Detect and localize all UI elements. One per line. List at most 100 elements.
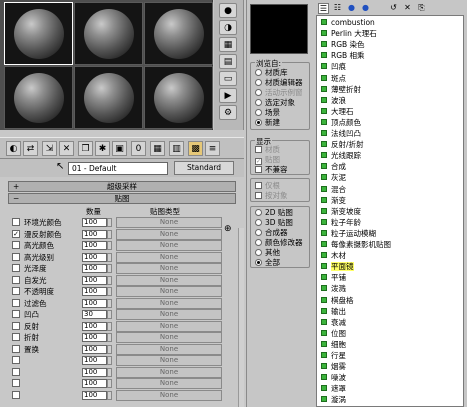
map-amount-spinner[interactable]: 30 — [82, 310, 107, 319]
browse-from-option[interactable]: 活动示例窗 — [255, 88, 303, 98]
map-enable-checkbox[interactable] — [12, 218, 20, 226]
spinner-arrows-icon[interactable] — [107, 356, 112, 365]
map-list-item[interactable]: 位图 — [321, 329, 346, 339]
map-list-item[interactable]: 平铺 — [321, 273, 346, 283]
map-slot-button[interactable]: None — [116, 309, 222, 320]
map-amount-spinner[interactable]: 100 — [82, 252, 107, 262]
map-list-item[interactable]: 光线跟踪 — [321, 151, 361, 161]
uv-tiling-button[interactable]: ▤ — [219, 54, 237, 69]
map-enable-checkbox[interactable] — [12, 367, 20, 376]
material-id-button[interactable]: 0 — [131, 141, 146, 156]
spinner-arrows-icon[interactable] — [107, 379, 112, 388]
browse-from-option[interactable]: 材质库 — [255, 68, 288, 78]
map-slot-button[interactable]: None — [116, 343, 222, 355]
map-slot-button[interactable]: None — [116, 366, 222, 378]
map-amount-spinner[interactable]: 100 — [82, 241, 107, 250]
map-slot-button[interactable]: None — [116, 355, 222, 366]
map-list-item[interactable]: combustion — [321, 18, 375, 28]
map-slot-button[interactable]: None — [116, 217, 222, 228]
map-list-item[interactable]: 输出 — [321, 307, 346, 317]
map-list-item[interactable]: Perlin 大理石 — [321, 29, 377, 39]
map-enable-checkbox[interactable] — [12, 379, 20, 387]
make-unique-button[interactable]: ✱ — [95, 141, 110, 156]
lock-icon[interactable]: ⊕ — [224, 224, 232, 234]
map-slot-button[interactable]: None — [116, 228, 222, 240]
root-option[interactable]: 按对象 — [255, 191, 288, 201]
spinner-arrows-icon[interactable] — [107, 344, 112, 354]
map-slot-button[interactable]: None — [116, 286, 222, 297]
root-option[interactable]: 仅根 — [255, 181, 280, 191]
map-amount-spinner[interactable]: 100 — [82, 379, 107, 388]
map-slot-button[interactable]: None — [116, 240, 222, 251]
map-amount-spinner[interactable]: 100 — [82, 264, 107, 273]
supersampling-rollout[interactable]: + 超级采样 — [8, 181, 236, 192]
map-slot-button[interactable]: None — [116, 320, 222, 332]
map-list-item[interactable]: 衰减 — [321, 318, 346, 328]
map-list-item[interactable]: 遮罩 — [321, 384, 346, 394]
maps-rollout[interactable]: − 贴图 — [8, 193, 236, 204]
sample-slot[interactable] — [74, 2, 143, 65]
map-slot-button[interactable]: None — [116, 251, 222, 263]
map-list-item[interactable]: 波浪 — [321, 96, 346, 106]
show-map-in-viewport-button[interactable]: ▦ — [150, 141, 165, 156]
list-icons-icon[interactable]: ☷ — [332, 3, 343, 14]
map-list-item[interactable]: 薄壁折射 — [321, 85, 361, 95]
map-list-item[interactable]: 粒子运动模糊 — [321, 229, 376, 239]
map-enable-checkbox[interactable] — [12, 333, 20, 341]
map-list-item[interactable]: 每像素摄影机贴图 — [321, 240, 391, 250]
material-type-button[interactable]: Standard — [174, 161, 234, 175]
map-amount-spinner[interactable]: 100 — [82, 344, 107, 354]
map-list-item[interactable]: 法线凹凸 — [321, 129, 361, 139]
map-amount-spinner[interactable]: 100 — [82, 333, 107, 342]
map-enable-checkbox[interactable] — [12, 344, 20, 353]
map-enable-checkbox[interactable] — [12, 252, 20, 261]
map-list-item[interactable]: RGB 相乘 — [321, 51, 365, 61]
pick-material-icon[interactable]: ↖ — [56, 161, 64, 172]
sample-slot[interactable] — [4, 2, 73, 65]
map-slot-button[interactable]: None — [116, 274, 222, 286]
spinner-arrows-icon[interactable] — [107, 287, 112, 296]
options-button[interactable]: ⚙ — [219, 105, 237, 120]
map-filter-option[interactable]: 颜色修改器 — [255, 238, 303, 248]
spinner-arrows-icon[interactable] — [107, 252, 112, 262]
clear-icon[interactable]: ⎘ — [416, 3, 427, 14]
copy-material-button[interactable]: ❐ — [78, 141, 93, 156]
map-list-item[interactable]: 斑点 — [321, 74, 346, 84]
map-list-item[interactable]: 粒子年龄 — [321, 218, 361, 228]
video-color-check-button[interactable]: ▭ — [219, 71, 237, 86]
maps-scrollbar[interactable] — [238, 228, 244, 407]
map-list-item[interactable]: 合成 — [321, 162, 346, 172]
reset-map-button[interactable]: ✕ — [59, 141, 74, 156]
map-amount-spinner[interactable]: 100 — [82, 275, 107, 285]
spinner-arrows-icon[interactable] — [107, 321, 112, 331]
sample-slot[interactable] — [4, 66, 73, 129]
browse-from-option[interactable]: 材质编辑器 — [255, 78, 303, 88]
background-button[interactable]: ▦ — [219, 37, 237, 52]
map-list-item[interactable]: 噪波 — [321, 373, 346, 383]
map-enable-checkbox[interactable] — [12, 264, 20, 272]
map-enable-checkbox[interactable] — [12, 321, 20, 330]
map-list-item[interactable]: 渐变坡度 — [321, 207, 361, 217]
map-list-item[interactable]: 泼溅 — [321, 284, 346, 294]
map-enable-checkbox[interactable] — [12, 356, 20, 364]
map-list-item[interactable]: RGB 染色 — [321, 40, 365, 50]
spinner-arrows-icon[interactable] — [107, 275, 112, 285]
map-filter-option[interactable]: 其他 — [255, 248, 280, 258]
spinner-arrows-icon[interactable] — [107, 241, 112, 250]
spinner-arrows-icon[interactable] — [107, 367, 112, 377]
large-icons-icon[interactable]: ● — [360, 3, 371, 14]
map-amount-spinner[interactable]: 100 — [82, 298, 107, 308]
put-to-library-button[interactable]: ▣ — [112, 141, 127, 156]
map-list-item[interactable]: 顶点颜色 — [321, 118, 361, 128]
map-filter-option[interactable]: 3D 贴图 — [255, 218, 293, 228]
spinner-arrows-icon[interactable] — [107, 264, 112, 273]
map-slot-button[interactable]: None — [116, 263, 222, 274]
map-enable-checkbox[interactable] — [12, 275, 20, 284]
map-enable-checkbox[interactable] — [12, 241, 20, 249]
map-slot-button[interactable]: None — [116, 297, 222, 309]
spinner-arrows-icon[interactable] — [107, 310, 112, 319]
map-list-item[interactable]: 行星 — [321, 351, 346, 361]
update-scene-icon[interactable]: ↺ — [388, 3, 399, 14]
map-list-item[interactable]: 棋盘格 — [321, 296, 354, 306]
material-name-field[interactable]: 01 - Default — [68, 162, 168, 175]
